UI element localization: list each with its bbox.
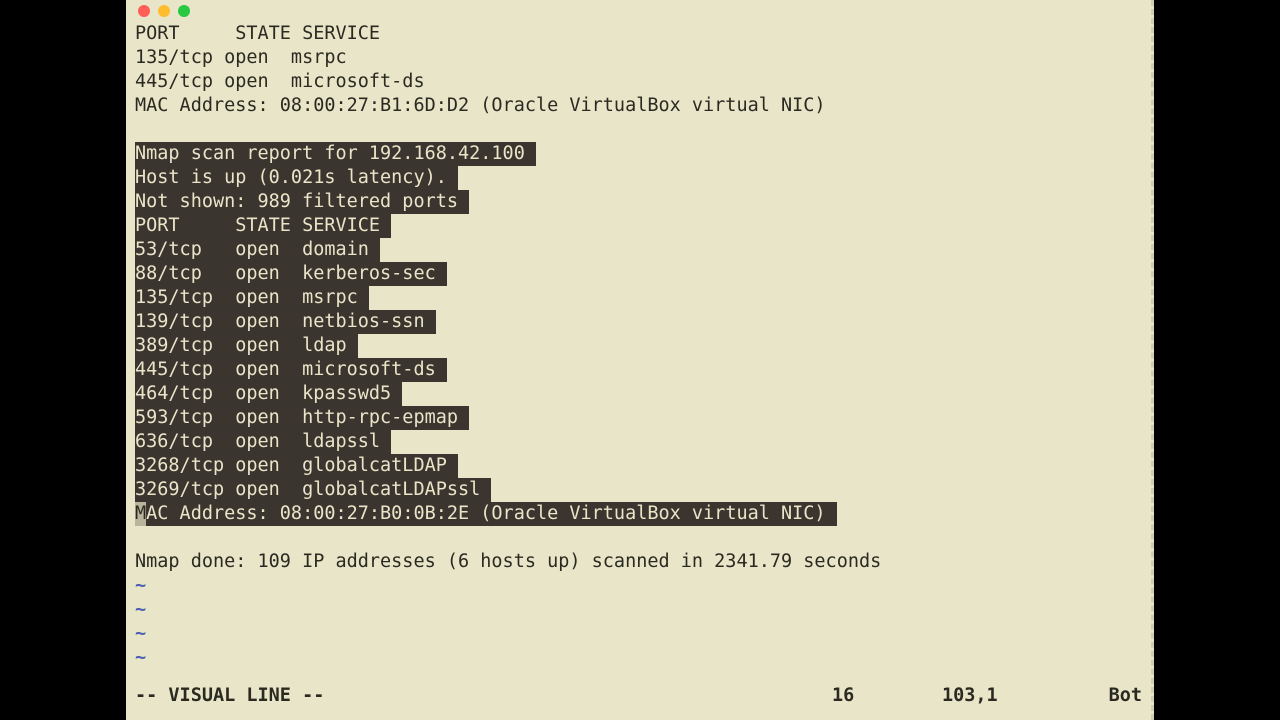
text-line: PORT STATE SERVICE xyxy=(135,22,1142,46)
text-line: MAC Address: 08:00:27:B1:6D:D2 (Oracle V… xyxy=(135,94,1142,118)
vim-cursor-pos: 103,1 xyxy=(942,684,1102,708)
terminal-content[interactable]: PORT STATE SERVICE135/tcp open msrpc445/… xyxy=(126,22,1151,670)
vim-empty-line-tilde: ~ xyxy=(135,622,1142,646)
text-line: 135/tcp open msrpc xyxy=(135,46,1142,70)
selected-line: 389/tcp open ldap xyxy=(135,334,1142,358)
close-icon[interactable] xyxy=(138,5,150,17)
text-line: 445/tcp open microsoft-ds xyxy=(135,70,1142,94)
cursor: M xyxy=(135,502,146,526)
selected-line: 53/tcp open domain xyxy=(135,238,1142,262)
selected-line: Nmap scan report for 192.168.42.100 xyxy=(135,142,1142,166)
vim-status-line: -- VISUAL LINE -- 16 103,1 Bot xyxy=(135,684,1142,708)
selected-line: PORT STATE SERVICE xyxy=(135,214,1142,238)
text-line: Nmap done: 109 IP addresses (6 hosts up)… xyxy=(135,550,1142,574)
selected-line: 464/tcp open kpasswd5 xyxy=(135,382,1142,406)
vim-empty-line-tilde: ~ xyxy=(135,598,1142,622)
terminal-window[interactable]: PORT STATE SERVICE135/tcp open msrpc445/… xyxy=(126,0,1154,720)
selected-line: 139/tcp open netbios-ssn xyxy=(135,310,1142,334)
vim-mode: -- VISUAL LINE -- xyxy=(135,684,324,708)
vim-scroll-pos: Bot xyxy=(1102,684,1142,708)
selected-line: 593/tcp open http-rpc-epmap xyxy=(135,406,1142,430)
minimize-icon[interactable] xyxy=(158,5,170,17)
selected-line: 3269/tcp open globalcatLDAPssl xyxy=(135,478,1142,502)
maximize-icon[interactable] xyxy=(178,5,190,17)
vim-empty-line-tilde: ~ xyxy=(135,646,1142,670)
selected-line: 3268/tcp open globalcatLDAP xyxy=(135,454,1142,478)
text-line xyxy=(135,118,1142,142)
selected-line: Not shown: 989 filtered ports xyxy=(135,190,1142,214)
selected-line: 636/tcp open ldapssl xyxy=(135,430,1142,454)
titlebar xyxy=(126,0,1151,22)
selected-line: Host is up (0.021s latency). xyxy=(135,166,1142,190)
selected-line: 135/tcp open msrpc xyxy=(135,286,1142,310)
vim-empty-line-tilde: ~ xyxy=(135,574,1142,598)
text-line xyxy=(135,526,1142,550)
vim-line-count: 16 xyxy=(832,684,942,708)
selected-line: 88/tcp open kerberos-sec xyxy=(135,262,1142,286)
cursor-line: MAC Address: 08:00:27:B0:0B:2E (Oracle V… xyxy=(135,502,1142,526)
selected-line: 445/tcp open microsoft-ds xyxy=(135,358,1142,382)
